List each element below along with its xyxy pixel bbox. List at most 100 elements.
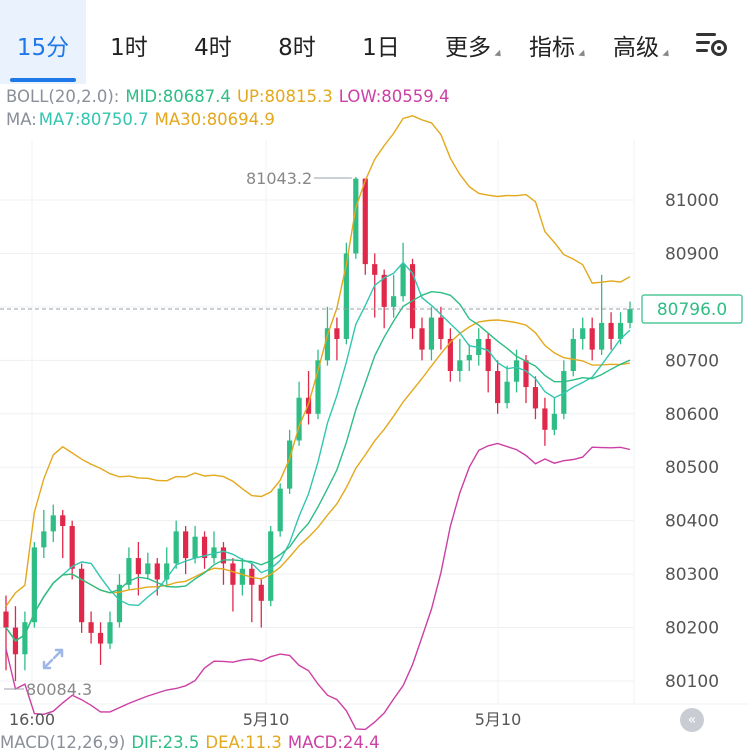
- candle-body: [305, 397, 312, 414]
- candle-body: [551, 413, 557, 430]
- boll-low: LOW:80559.4: [338, 87, 450, 106]
- candle-body: [580, 328, 586, 339]
- candle-body: [258, 584, 264, 601]
- interval-tabs: 15分 1时 4时 8时 1日 更多 指标 高级: [0, 0, 750, 88]
- macd-label: MACD(12,26,9): [0, 733, 126, 752]
- candle-body: [495, 371, 501, 404]
- time-tick-label: 16:00: [9, 710, 55, 729]
- candle-body: [391, 296, 397, 307]
- candle-body: [239, 568, 245, 585]
- candle-body: [485, 338, 491, 372]
- price-tick-label: 80700: [665, 351, 719, 371]
- expand-arrows-icon: [42, 648, 64, 670]
- ma-label: MA:: [6, 110, 37, 129]
- price-tick-label: 80400: [665, 512, 719, 532]
- candle-body: [504, 381, 510, 404]
- dropdown-label: 更多: [445, 35, 491, 61]
- ma30-line: [5, 290, 631, 642]
- tab-1d[interactable]: 1日: [346, 0, 416, 84]
- scroll-to-latest-button[interactable]: «: [680, 708, 704, 732]
- tab-4h[interactable]: 4时: [178, 0, 248, 84]
- price-tick-label: 80600: [665, 405, 719, 425]
- candle-body: [173, 531, 179, 564]
- candle-body: [22, 622, 28, 655]
- tab-label: 4时: [194, 35, 232, 61]
- tab-8h[interactable]: 8时: [262, 0, 332, 84]
- chart-settings-icon: [696, 33, 727, 56]
- time-tick-label: 5月10: [475, 710, 522, 729]
- candle-body: [589, 328, 595, 350]
- tab-label: 1时: [110, 35, 148, 61]
- candle-body: [523, 360, 529, 388]
- candle-body: [41, 531, 47, 548]
- candle-body: [372, 264, 378, 275]
- dropdown-label: 指标: [529, 35, 575, 61]
- current-price-label: 80796.0: [657, 300, 727, 320]
- boll-mid: MID:80687.4: [125, 87, 231, 106]
- expand-chart-button[interactable]: [38, 644, 68, 674]
- price-tick-label: 81000: [665, 191, 719, 211]
- candle-body: [513, 360, 520, 382]
- candle-body: [438, 317, 444, 339]
- low-price-annotation: 80084.3: [26, 680, 92, 699]
- tab-1h[interactable]: 1时: [94, 0, 164, 84]
- advanced-dropdown[interactable]: 高级: [604, 0, 680, 84]
- candle-body: [608, 322, 614, 339]
- ma30-value: MA30:80694.9: [154, 110, 275, 129]
- candle-body: [69, 526, 75, 569]
- candle-body: [50, 515, 56, 532]
- dropdown-label: 高级: [613, 35, 659, 61]
- boll-legend: BOLL(20,2.0): MID:80687.4 UP:80815.3 LOW:80…: [6, 87, 456, 106]
- active-tab-indicator: [10, 78, 76, 82]
- candle-body: [154, 563, 160, 580]
- high-price-annotation: 81043.2: [246, 169, 312, 188]
- tab-15min[interactable]: 15分: [0, 0, 86, 84]
- macd-legend: MACD(12,26,9) DIF:23.5 DEA:11.3 MACD:24.4: [0, 733, 386, 752]
- boll-up: UP:80815.3: [236, 87, 333, 106]
- candle-body: [419, 328, 425, 350]
- tab-label: 8时: [278, 35, 316, 61]
- price-tick-label: 80100: [665, 672, 719, 692]
- candle-body: [88, 622, 94, 633]
- candle-body: [145, 563, 151, 575]
- candle-body: [466, 354, 472, 361]
- candle-body: [362, 178, 368, 265]
- candle-body: [542, 408, 548, 430]
- candle-body: [192, 536, 198, 559]
- boll-label: BOLL(20,2.0):: [6, 87, 120, 106]
- more-dropdown[interactable]: 更多: [436, 0, 512, 84]
- ma7-value: MA7:80750.7: [38, 110, 149, 129]
- candle-body: [400, 264, 406, 297]
- price-tick-label: 80500: [665, 458, 719, 478]
- double-chevron-icon: «: [687, 712, 697, 728]
- candle-body: [230, 563, 236, 585]
- candle-body: [599, 322, 605, 350]
- tab-label: 15分: [16, 35, 70, 61]
- candle-body: [3, 611, 9, 628]
- chart-settings-button[interactable]: [694, 28, 734, 68]
- price-tick-label: 80200: [665, 619, 719, 639]
- caret-down-icon: [494, 49, 504, 60]
- candle-body: [107, 622, 113, 644]
- tab-label: 1日: [362, 35, 400, 61]
- ma7-line: [5, 261, 631, 642]
- caret-down-icon: [662, 49, 672, 60]
- indicator-dropdown[interactable]: 指标: [520, 0, 596, 84]
- price-tick-label: 80300: [665, 565, 719, 585]
- time-tick-label: 5月10: [243, 710, 290, 729]
- price-tick-label: 80900: [665, 244, 719, 264]
- candle-body: [428, 317, 435, 350]
- ma-legend: MA: MA7:80750.7 MA30:80694.9: [6, 110, 281, 129]
- caret-down-icon: [578, 49, 588, 60]
- candle-body: [97, 632, 104, 644]
- candle-body: [287, 440, 293, 489]
- candle-body: [79, 568, 85, 623]
- macd-dif: DIF:23.5: [131, 733, 200, 752]
- candle-body: [60, 515, 66, 527]
- candle-body: [627, 309, 633, 323]
- macd-dea: DEA:11.3: [205, 733, 282, 752]
- candle-body: [135, 558, 141, 575]
- candle-body: [334, 328, 340, 339]
- candle-body: [183, 531, 189, 559]
- macd-value: MACD:24.4: [287, 733, 380, 752]
